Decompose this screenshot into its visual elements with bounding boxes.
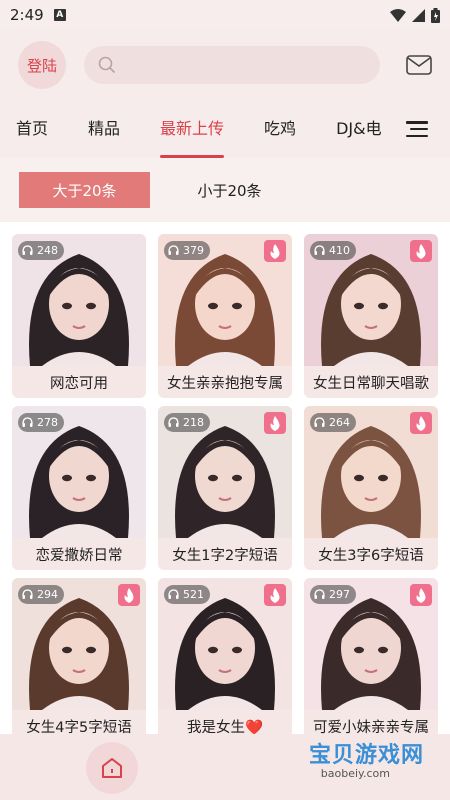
signal-icon (412, 8, 425, 22)
tab-featured[interactable]: 精品 (88, 100, 120, 158)
tab-pubg[interactable]: 吃鸡 (264, 100, 296, 158)
filter-more-than-20[interactable]: 大于20条 (19, 172, 150, 208)
headphones-icon (22, 245, 33, 255)
card-title: 女生3字6字短语 (318, 547, 424, 564)
play-count-badge: 410 (310, 241, 356, 260)
headphones-icon (314, 245, 325, 255)
card-title: 女生亲亲抱抱专属 (167, 375, 283, 392)
voice-pack-card[interactable]: 521 我是女生❤️ (158, 578, 292, 734)
play-count-badge: 278 (18, 413, 64, 432)
hot-badge (118, 584, 140, 606)
voice-pack-card[interactable]: 297 可爱小妹亲亲专属 (304, 578, 438, 734)
search-input[interactable] (84, 46, 380, 84)
flame-icon (270, 587, 280, 603)
flame-icon (270, 243, 280, 259)
voice-pack-grid: 248 网恋可用 379 女生亲亲抱抱专属 410 女生日常聊天唱歌 278 恋爱撒娇日常 21… (0, 222, 450, 734)
play-count: 410 (329, 244, 350, 257)
voice-pack-card[interactable]: 294 女生4字5字短语 (12, 578, 146, 734)
flame-icon (124, 587, 134, 603)
tab-home[interactable]: 首页 (16, 100, 48, 158)
play-count-badge: 264 (310, 413, 356, 432)
status-bar: 2:49 A (0, 0, 450, 30)
headphones-icon (168, 417, 179, 427)
home-icon (102, 758, 122, 778)
voice-pack-card[interactable]: 248 网恋可用 (12, 234, 146, 398)
headphones-icon (168, 245, 179, 255)
voice-pack-card[interactable]: 410 女生日常聊天唱歌 (304, 234, 438, 398)
hot-badge (410, 240, 432, 262)
app-header: 登陆 (0, 30, 450, 100)
tab-dj[interactable]: DJ&电 (336, 100, 382, 158)
play-count-badge: 294 (18, 585, 64, 604)
hot-badge (410, 412, 432, 434)
card-title: 女生4字5字短语 (26, 719, 132, 735)
status-time: 2:49 (10, 6, 44, 24)
search-icon (98, 56, 116, 74)
card-title: 网恋可用 (50, 375, 108, 392)
hot-badge (264, 412, 286, 434)
flame-icon (416, 243, 426, 259)
card-title: 可爱小妹亲亲专属 (313, 719, 429, 735)
card-title: 女生日常聊天唱歌 (313, 375, 429, 392)
hot-badge (264, 240, 286, 262)
play-count: 297 (329, 588, 350, 601)
play-count-badge: 218 (164, 413, 210, 432)
watermark: 宝贝游戏网 baobeiy.com (270, 735, 430, 795)
headphones-icon (314, 589, 325, 599)
card-title: 女生1字2字短语 (172, 547, 278, 564)
headphones-icon (168, 589, 179, 599)
wifi-icon (390, 8, 406, 22)
play-count-badge: 248 (18, 241, 64, 260)
headphones-icon (22, 417, 33, 427)
filter-less-than-20[interactable]: 小于20条 (164, 172, 295, 208)
category-tabs: 首页 精品 最新上传 吃鸡 DJ&电 (0, 100, 450, 158)
play-count: 248 (37, 244, 58, 257)
play-count: 294 (37, 588, 58, 601)
flame-icon (416, 587, 426, 603)
watermark-text: 宝贝游戏网 (308, 743, 424, 768)
mail-icon[interactable] (406, 55, 432, 75)
voice-pack-card[interactable]: 278 恋爱撒娇日常 (12, 406, 146, 570)
voice-pack-card[interactable]: 264 女生3字6字短语 (304, 406, 438, 570)
play-count-badge: 521 (164, 585, 210, 604)
play-count: 379 (183, 244, 204, 257)
notification-icon: A (53, 9, 66, 21)
play-count: 218 (183, 416, 204, 429)
card-title: 我是女生❤️ (186, 719, 264, 735)
headphones-icon (314, 417, 325, 427)
voice-pack-card[interactable]: 379 女生亲亲抱抱专属 (158, 234, 292, 398)
play-count: 521 (183, 588, 204, 601)
count-filter: 大于20条 小于20条 (0, 158, 450, 222)
play-count: 264 (329, 416, 350, 429)
play-count-badge: 297 (310, 585, 356, 604)
login-button[interactable]: 登陆 (18, 41, 66, 89)
flame-icon (416, 415, 426, 431)
play-count: 278 (37, 416, 58, 429)
card-title: 恋爱撒娇日常 (35, 547, 123, 564)
hot-badge (264, 584, 286, 606)
voice-pack-card[interactable]: 218 女生1字2字短语 (158, 406, 292, 570)
status-icons (390, 7, 440, 23)
tab-latest-upload[interactable]: 最新上传 (160, 100, 225, 158)
headphones-icon (22, 589, 33, 599)
flame-icon (270, 415, 280, 431)
play-count-badge: 379 (164, 241, 210, 260)
watermark-url: baobeiy.com (320, 767, 390, 780)
hot-badge (410, 584, 432, 606)
menu-icon[interactable] (406, 121, 428, 137)
home-button[interactable] (86, 742, 138, 794)
battery-icon (431, 7, 440, 23)
